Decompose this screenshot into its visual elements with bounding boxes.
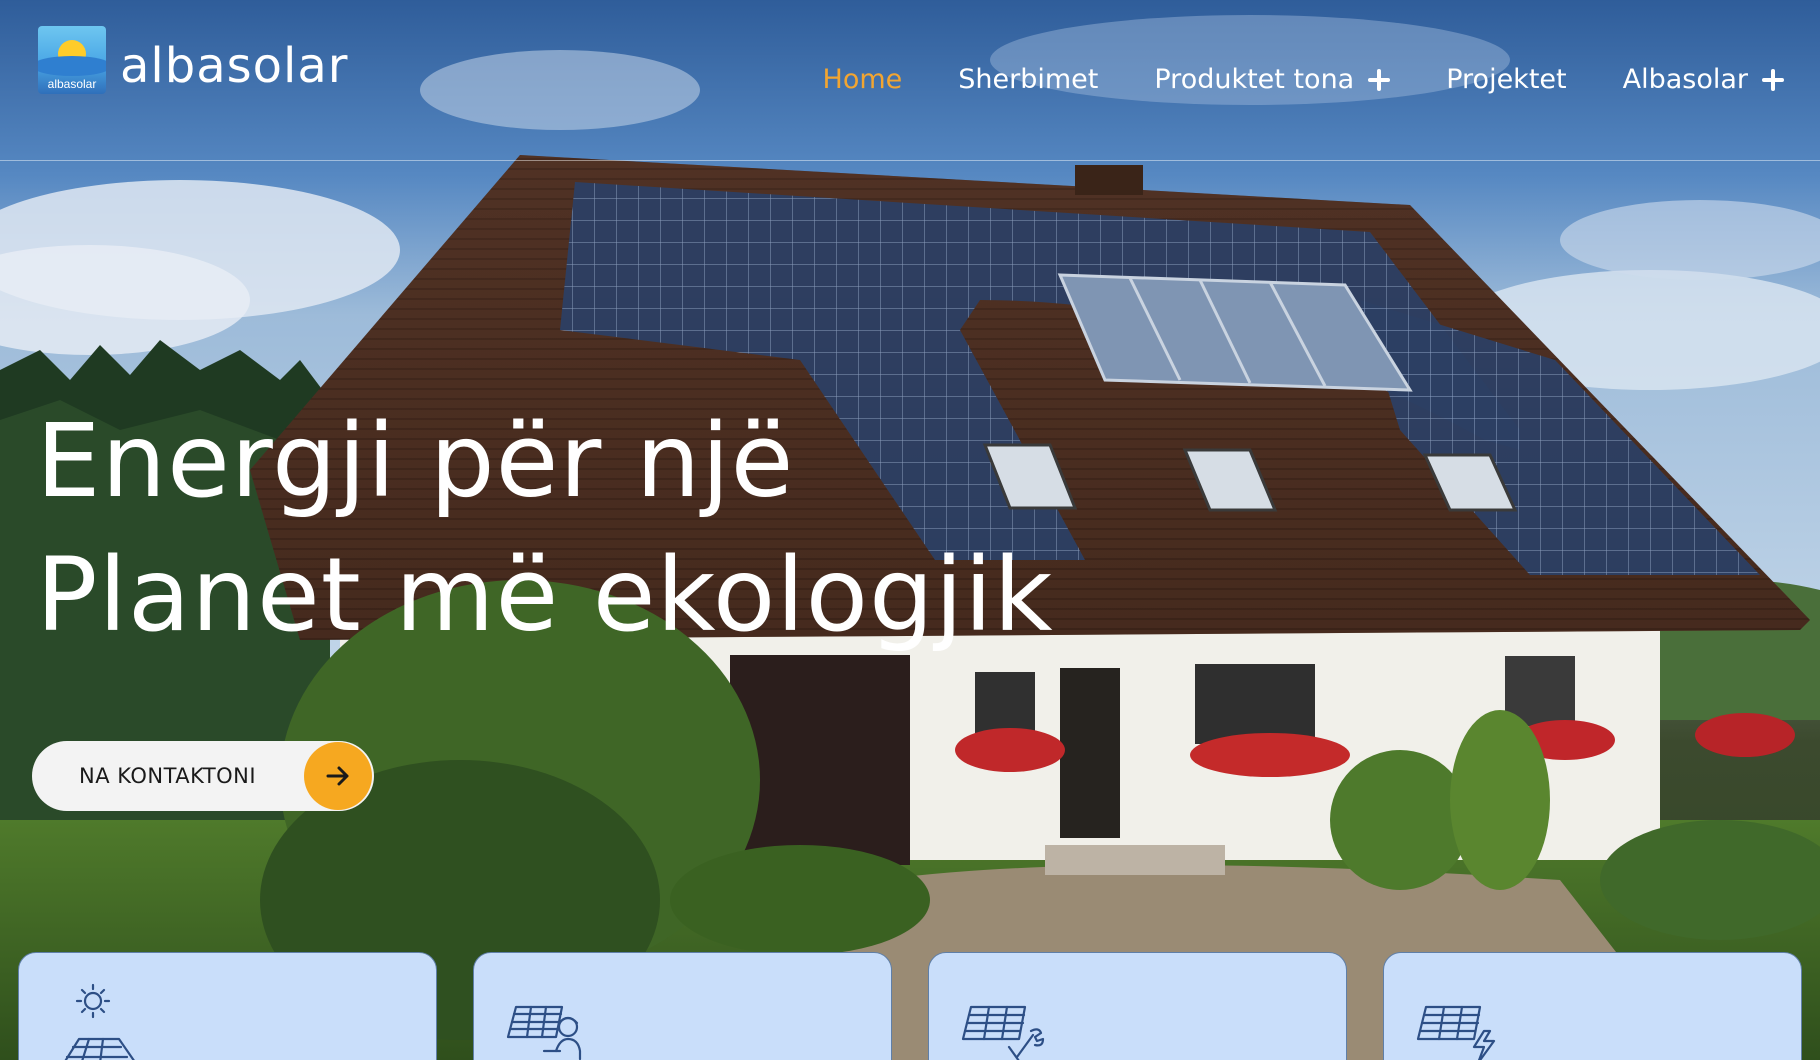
- nav-item-label: Produktet tona: [1154, 64, 1355, 95]
- hero-headline-line1: Energji për një: [36, 402, 795, 521]
- nav-item-label: Projektet: [1446, 64, 1567, 95]
- nav-item-label: Home: [822, 64, 903, 95]
- plus-icon[interactable]: [1762, 68, 1784, 91]
- feature-card[interactable]: [928, 952, 1347, 1060]
- nav-item-home[interactable]: Home: [823, 64, 903, 95]
- hero-headline: Energji për një Planet më ekologjik: [36, 395, 1054, 663]
- feature-card[interactable]: [18, 952, 437, 1060]
- nav-item-produktet-tona[interactable]: Produktet tona: [1154, 64, 1391, 95]
- nav-item-label: Sherbimet: [958, 64, 1099, 95]
- main-navigation: Home Sherbimet Produktet tona Projektet …: [823, 64, 1784, 95]
- hero-headline-line2: Planet më ekologjik: [36, 536, 1054, 655]
- brand-name[interactable]: albasolar: [120, 42, 349, 90]
- nav-item-label: Albasolar: [1622, 64, 1748, 95]
- logo-caption: albasolar: [47, 77, 97, 91]
- albasolar-logo[interactable]: albasolar: [38, 26, 106, 94]
- feature-card[interactable]: [473, 952, 892, 1060]
- plus-icon[interactable]: [1368, 68, 1391, 91]
- nav-item-albasolar[interactable]: Albasolar: [1623, 64, 1784, 95]
- nav-item-sherbimet[interactable]: Sherbimet: [958, 64, 1098, 95]
- solar-panel-maintenance-icon: [961, 1005, 1045, 1060]
- nav-item-projektet[interactable]: Projektet: [1446, 64, 1566, 95]
- site-header: albasolar albasolar Home Sherbimet Produ…: [0, 0, 1820, 161]
- contact-us-button[interactable]: NA KONTAKTONI: [32, 741, 374, 811]
- solar-panel-worker-icon: [506, 1005, 582, 1060]
- arrow-right-icon: [304, 742, 372, 810]
- feature-card[interactable]: [1383, 952, 1802, 1060]
- feature-cards: [18, 952, 1804, 1060]
- solar-panel-energy-icon: [1416, 1005, 1496, 1060]
- contact-us-label: NA KONTAKTONI: [79, 764, 257, 788]
- solar-house-icon: [64, 983, 135, 1060]
- hero-section: albasolar albasolar Home Sherbimet Produ…: [0, 0, 1820, 1060]
